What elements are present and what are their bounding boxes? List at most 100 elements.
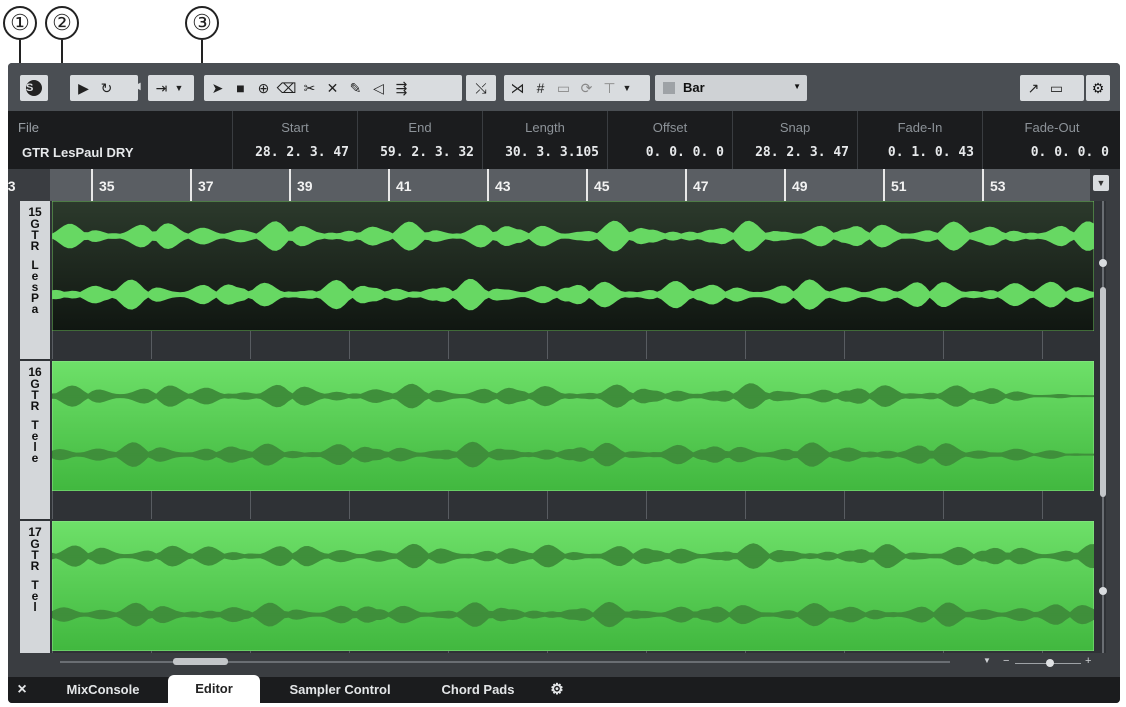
- track-name-letter: a: [31, 302, 39, 316]
- mute-icon[interactable]: ✕: [322, 80, 343, 97]
- snap-on-off-icon[interactable]: ⋊: [507, 80, 528, 97]
- info-start-label: Start: [281, 120, 309, 135]
- info-column-offset[interactable]: Offset 0. 0. 0. 0: [607, 111, 732, 169]
- track-name-strip[interactable]: 16 G T R Te l e: [20, 361, 50, 519]
- ruler-tick: [289, 169, 291, 201]
- audio-event[interactable]: [52, 521, 1094, 651]
- ruler[interactable]: 33 35 37 39 41 43 45 47 49 51 53: [8, 169, 1090, 201]
- audition-volume-icon[interactable]: ◀: [133, 81, 141, 92]
- snap-loop-icon[interactable]: ⟳: [576, 80, 597, 97]
- info-snap-value[interactable]: 28. 2. 3. 47: [755, 145, 849, 160]
- editor-settings-button[interactable]: ⚙: [1086, 75, 1110, 101]
- ruler-tick: [487, 169, 489, 201]
- track-name-letter: R: [30, 399, 40, 413]
- zoom-presets-icon[interactable]: ▼: [983, 656, 991, 665]
- ruler-bar-number: 39: [297, 178, 313, 194]
- zoom-icon[interactable]: ⊕: [253, 80, 274, 97]
- info-end-label: End: [408, 120, 432, 135]
- track-lane[interactable]: 16 G T R Te l e: [20, 361, 1106, 519]
- waveform: [52, 521, 1094, 651]
- horizontal-zoom-control[interactable]: ▼ − +: [983, 655, 1095, 671]
- info-column-fade-out[interactable]: Fade-Out 0. 0. 0. 0: [982, 111, 1120, 169]
- object-selection-icon[interactable]: ➤: [207, 80, 228, 97]
- autoscroll-menu-icon[interactable]: ▼: [174, 83, 184, 93]
- grid-type-value: Bar: [683, 80, 705, 95]
- ruler-tick: [388, 169, 390, 201]
- info-fade-out-label: Fade-Out: [1024, 120, 1080, 135]
- horizontal-scroll-thumb[interactable]: [173, 658, 228, 665]
- snap-to-events-icon[interactable]: ▭: [553, 80, 574, 97]
- ruler-bar-number: 33: [8, 178, 16, 194]
- ruler-menu-icon[interactable]: ▼: [1093, 175, 1109, 191]
- snap-group: ⋊ # ▭ ⟳ ⊤ ▼: [504, 75, 650, 101]
- info-start-value[interactable]: 28. 2. 3. 47: [255, 145, 349, 160]
- info-column-start[interactable]: Start 28. 2. 3. 47: [232, 111, 357, 169]
- zoom-in-icon[interactable]: +: [1085, 655, 1091, 667]
- loop-icon[interactable]: ↻: [96, 80, 117, 97]
- play-icon[interactable]: ▶: [73, 80, 94, 97]
- track-name-strip[interactable]: 15 G T R Le s Pa: [20, 201, 50, 359]
- track-lane[interactable]: 17 G T R Te l: [20, 521, 1106, 653]
- info-file-value[interactable]: GTR LesPaul DRY: [22, 145, 133, 160]
- grid-type-select[interactable]: Bar ▼: [655, 75, 807, 101]
- info-column-snap[interactable]: Snap 28. 2. 3. 47: [732, 111, 857, 169]
- erase-icon[interactable]: ⌫: [276, 80, 297, 97]
- ruler-bar-number: 47: [693, 178, 709, 194]
- lower-zone-tabs: × MixConsole Editor Sampler Control Chor…: [8, 675, 1120, 703]
- info-length-value[interactable]: 30. 3. 3.105: [505, 145, 599, 160]
- tab-editor[interactable]: Editor: [168, 675, 260, 703]
- ruler-tick: [586, 169, 588, 201]
- track-zoom-handle[interactable]: [1099, 259, 1107, 267]
- info-end-value[interactable]: 59. 2. 3. 32: [380, 145, 474, 160]
- audio-event[interactable]: [52, 361, 1094, 491]
- info-column-end[interactable]: End 59. 2. 3. 32: [357, 111, 482, 169]
- tabs-settings-gear-icon[interactable]: ⚙: [544, 677, 570, 703]
- track-name-letter: e: [31, 451, 39, 465]
- window-layout-icon[interactable]: ▭: [1046, 80, 1067, 97]
- callout-1: ①: [3, 6, 37, 40]
- info-offset-value[interactable]: 0. 0. 0. 0: [646, 145, 724, 160]
- close-icon[interactable]: ×: [12, 677, 32, 703]
- autoscroll-icon[interactable]: ⇥: [151, 80, 172, 97]
- track-name-strip[interactable]: 17 G T R Te l: [20, 521, 50, 653]
- chevron-down-icon: ▼: [793, 82, 801, 91]
- zoom-out-icon[interactable]: −: [1003, 655, 1009, 667]
- ruler-bar-number: 43: [495, 178, 511, 194]
- callout-3: ③: [185, 6, 219, 40]
- event-display[interactable]: 15 G T R Le s Pa 16 G T R Te l e 17 G T R Te l: [20, 201, 1106, 653]
- tab-mixconsole[interactable]: MixConsole: [38, 677, 168, 703]
- zoom-slider-handle[interactable]: [1046, 659, 1054, 667]
- solo-editor-button[interactable]: S: [20, 75, 48, 101]
- info-fade-in-value[interactable]: 0. 1. 0. 43: [888, 145, 974, 160]
- toolbar: S ▶ ↻ ◀ ⇥ ▼ ➤ ■ ⊕ ⌫ ✂ ✕ ✎ ◁ ⇶ ⤯ ⋊ # ▭ ⟳ …: [8, 63, 1120, 111]
- track-lane[interactable]: 15 G T R Le s Pa: [20, 201, 1106, 359]
- open-in-window-icon[interactable]: ↗: [1023, 80, 1044, 97]
- vertical-scrollbar[interactable]: [1098, 201, 1108, 653]
- info-offset-label: Offset: [652, 120, 688, 135]
- vertical-scroll-thumb[interactable]: [1100, 287, 1106, 497]
- info-column-length[interactable]: Length 30. 3. 3.105: [482, 111, 607, 169]
- timewarp-icon[interactable]: ⇶: [391, 80, 412, 97]
- auto-fades-button[interactable]: ⤯: [466, 75, 496, 101]
- draw-icon[interactable]: ✎: [345, 80, 366, 97]
- ruler-bar-number: 51: [891, 178, 907, 194]
- info-fade-out-value[interactable]: 0. 0. 0. 0: [1031, 145, 1109, 160]
- split-icon[interactable]: ✂: [299, 80, 320, 97]
- info-column-fade-in[interactable]: Fade-In 0. 1. 0. 43: [857, 111, 982, 169]
- grid-icon[interactable]: #: [530, 80, 551, 96]
- audio-event-background: [52, 201, 1094, 331]
- tab-sampler-control[interactable]: Sampler Control: [266, 677, 414, 703]
- snap-menu-icon[interactable]: ▼: [622, 83, 632, 93]
- range-selection-icon[interactable]: ■: [230, 80, 251, 96]
- waveform-zoom-handle[interactable]: [1099, 587, 1107, 595]
- audio-event[interactable]: [52, 201, 1094, 331]
- play-tool-icon[interactable]: ◁: [368, 80, 389, 97]
- snap-to-cursor-icon[interactable]: ⊤: [599, 80, 620, 97]
- tab-chord-pads[interactable]: Chord Pads: [418, 677, 538, 703]
- ruler-tick: [883, 169, 885, 201]
- ruler-bar-number: 41: [396, 178, 412, 194]
- ruler-tick: [982, 169, 984, 201]
- ruler-tick: [91, 169, 93, 201]
- ruler-bar-number: 35: [99, 178, 115, 194]
- ruler-bar-number: 53: [990, 178, 1006, 194]
